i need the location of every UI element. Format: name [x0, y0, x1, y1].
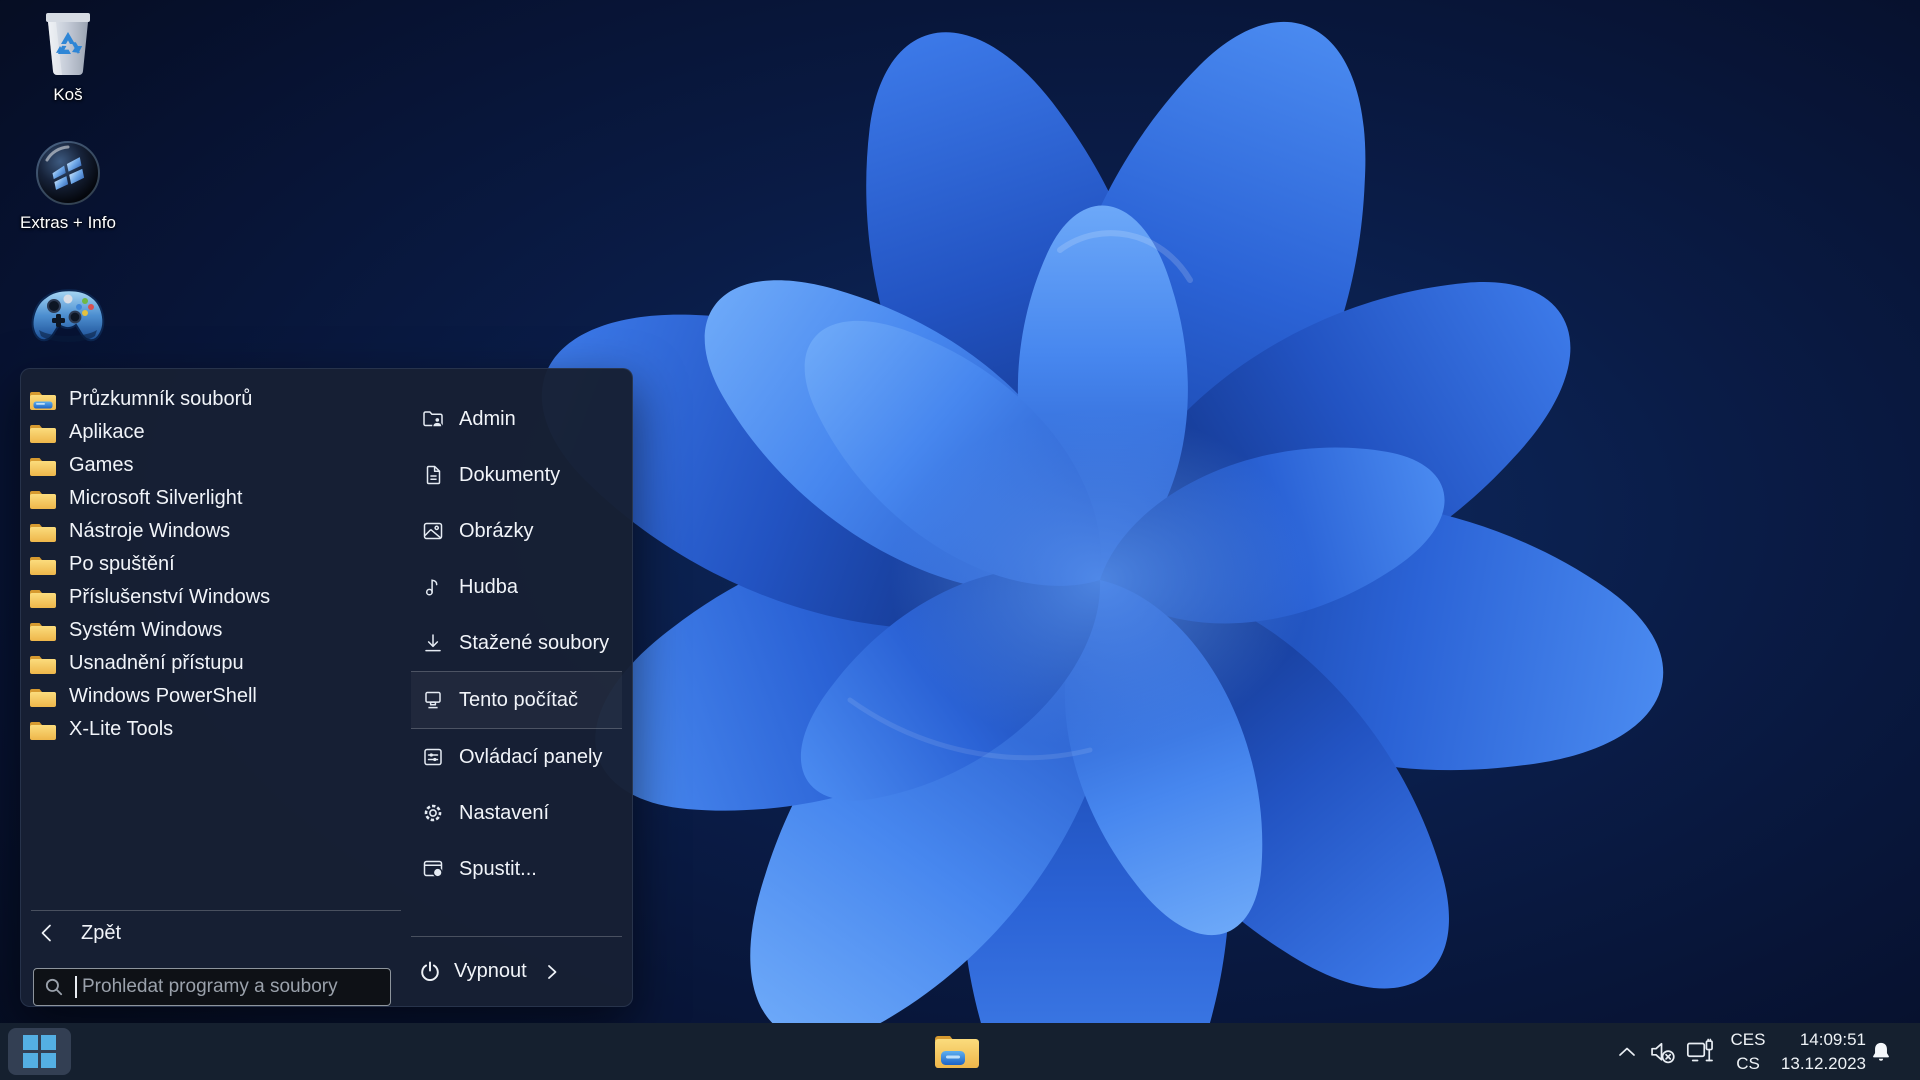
folder-icon	[29, 719, 56, 741]
menu-item-aplikace[interactable]: Aplikace	[21, 416, 411, 449]
clock-time: 14:09:51	[1768, 1028, 1866, 1052]
menu-item-nastaveni[interactable]: Nastavení	[411, 785, 632, 841]
clock-date: 13.12.2023	[1768, 1052, 1866, 1076]
menu-item-label: Tento počítač	[459, 689, 578, 712]
windows-start-icon	[23, 1035, 56, 1068]
menu-item-label: Ovládací panely	[459, 746, 602, 769]
menu-item-spustit[interactable]: Spustit...	[411, 841, 632, 897]
notification-bell-icon[interactable]	[1868, 1039, 1894, 1065]
menu-item-label: Příslušenství Windows	[69, 586, 270, 609]
pictures-icon	[421, 519, 445, 543]
desktop-icon-gamepad[interactable]	[10, 284, 126, 348]
desktop-screen: Koš Extras + Info	[0, 0, 1920, 1080]
display-network-icon[interactable]	[1686, 1038, 1714, 1066]
menu-item-label: Microsoft Silverlight	[69, 487, 242, 510]
menu-item-label: Admin	[459, 408, 516, 431]
run-icon	[421, 857, 445, 881]
shutdown-button[interactable]: Vypnout	[411, 937, 632, 1006]
menu-item-label: Usnadnění přístupu	[69, 652, 244, 675]
shutdown-label: Vypnout	[454, 960, 527, 983]
power-icon	[417, 959, 443, 985]
back-button[interactable]: Zpět	[21, 911, 411, 955]
folder-icon	[29, 653, 56, 675]
folder-icon	[29, 488, 56, 510]
taskbar-file-explorer-button[interactable]	[933, 1031, 981, 1076]
folder-icon	[29, 587, 56, 609]
menu-item-label: Windows PowerShell	[69, 685, 257, 708]
chevron-up-icon[interactable]	[1616, 1042, 1638, 1061]
music-icon	[421, 575, 445, 599]
menu-item-nastroje-windows[interactable]: Nástroje Windows	[21, 515, 411, 548]
download-icon	[421, 631, 445, 655]
menu-item-label: Aplikace	[69, 421, 145, 444]
folder-icon	[29, 554, 56, 576]
keyboard-layout-line2: CS	[1722, 1052, 1774, 1076]
keyboard-layout-line1: CES	[1722, 1028, 1774, 1052]
menu-item-ovladaci-panely[interactable]: Ovládací panely	[411, 729, 632, 785]
control-panel-icon	[421, 745, 445, 769]
menu-item-stazene-soubory[interactable]: Stažené soubory	[411, 615, 632, 671]
menu-item-usnadneni-pristupu[interactable]: Usnadnění přístupu	[21, 647, 411, 680]
menu-item-hudba[interactable]: Hudba	[411, 559, 632, 615]
clock[interactable]: 14:09:51 13.12.2023	[1768, 1023, 1866, 1080]
menu-item-windows-powershell[interactable]: Windows PowerShell	[21, 680, 411, 713]
recycle-bin-label: Koš	[53, 85, 82, 105]
file-explorer-folder-icon	[29, 389, 56, 411]
gamepad-icon	[29, 284, 107, 348]
menu-item-po-spusteni[interactable]: Po spuštění	[21, 548, 411, 581]
desktop-icon-extras-info[interactable]: Extras + Info	[10, 140, 126, 233]
folder-icon	[29, 422, 56, 444]
folder-icon	[29, 455, 56, 477]
search-box[interactable]	[33, 968, 391, 1006]
search-icon	[44, 977, 64, 997]
menu-item-prislusenstvi-windows[interactable]: Příslušenství Windows	[21, 581, 411, 614]
menu-item-label: Průzkumník souborů	[69, 388, 252, 411]
back-chevron-icon	[38, 922, 54, 944]
keyboard-layout-indicator[interactable]: CES CS	[1722, 1023, 1774, 1080]
user-folder-icon	[421, 407, 445, 431]
menu-item-obrazky[interactable]: Obrázky	[411, 503, 632, 559]
menu-item-label: Nástroje Windows	[69, 520, 230, 543]
menu-item-microsoft-silverlight[interactable]: Microsoft Silverlight	[21, 482, 411, 515]
chevron-right-icon	[543, 961, 561, 983]
extras-info-label: Extras + Info	[20, 213, 116, 233]
menu-item-label: Hudba	[459, 576, 518, 599]
back-label: Zpět	[81, 922, 121, 945]
menu-item-file-explorer[interactable]: Průzkumník souborů	[21, 383, 411, 416]
start-menu-left-bottom: Zpět	[21, 910, 411, 1006]
menu-item-admin[interactable]: Admin	[411, 391, 632, 447]
volume-muted-icon[interactable]	[1649, 1039, 1676, 1065]
taskbar-folder-icon	[933, 1031, 981, 1071]
taskbar: CES CS 14:09:51 13.12.2023	[0, 1023, 1920, 1080]
start-menu: Průzkumník souborů Aplikace Games	[20, 368, 633, 1007]
recycle-bin-icon	[40, 10, 96, 78]
menu-item-label: Dokumenty	[459, 464, 560, 487]
menu-item-games[interactable]: Games	[21, 449, 411, 482]
folder-icon	[29, 686, 56, 708]
start-menu-folder-list: Průzkumník souborů Aplikace Games	[21, 369, 411, 1006]
menu-item-label: X-Lite Tools	[69, 718, 173, 741]
menu-item-label: Po spuštění	[69, 553, 175, 576]
start-button[interactable]	[8, 1028, 71, 1075]
menu-item-label: Stažené soubory	[459, 632, 609, 655]
settings-gear-icon	[421, 801, 445, 825]
menu-item-x-lite-tools[interactable]: X-Lite Tools	[21, 713, 411, 746]
menu-item-system-windows[interactable]: Systém Windows	[21, 614, 411, 647]
highlighted-section: Tento počítač	[411, 671, 622, 729]
menu-item-dokumenty[interactable]: Dokumenty	[411, 447, 632, 503]
extras-info-orb-icon	[35, 140, 101, 206]
menu-item-label: Systém Windows	[69, 619, 222, 642]
start-menu-places: Admin Dokumenty	[411, 369, 632, 1006]
menu-item-tento-pocitac[interactable]: Tento počítač	[411, 672, 622, 728]
desktop-icon-recycle-bin[interactable]: Koš	[10, 10, 126, 105]
menu-item-label: Games	[69, 454, 133, 477]
computer-icon	[421, 688, 445, 712]
folder-icon	[29, 521, 56, 543]
search-input[interactable]	[77, 976, 380, 998]
menu-item-label: Nastavení	[459, 802, 549, 825]
menu-item-label: Spustit...	[459, 858, 537, 881]
folder-icon	[29, 620, 56, 642]
document-icon	[421, 463, 445, 487]
menu-item-label: Obrázky	[459, 520, 533, 543]
